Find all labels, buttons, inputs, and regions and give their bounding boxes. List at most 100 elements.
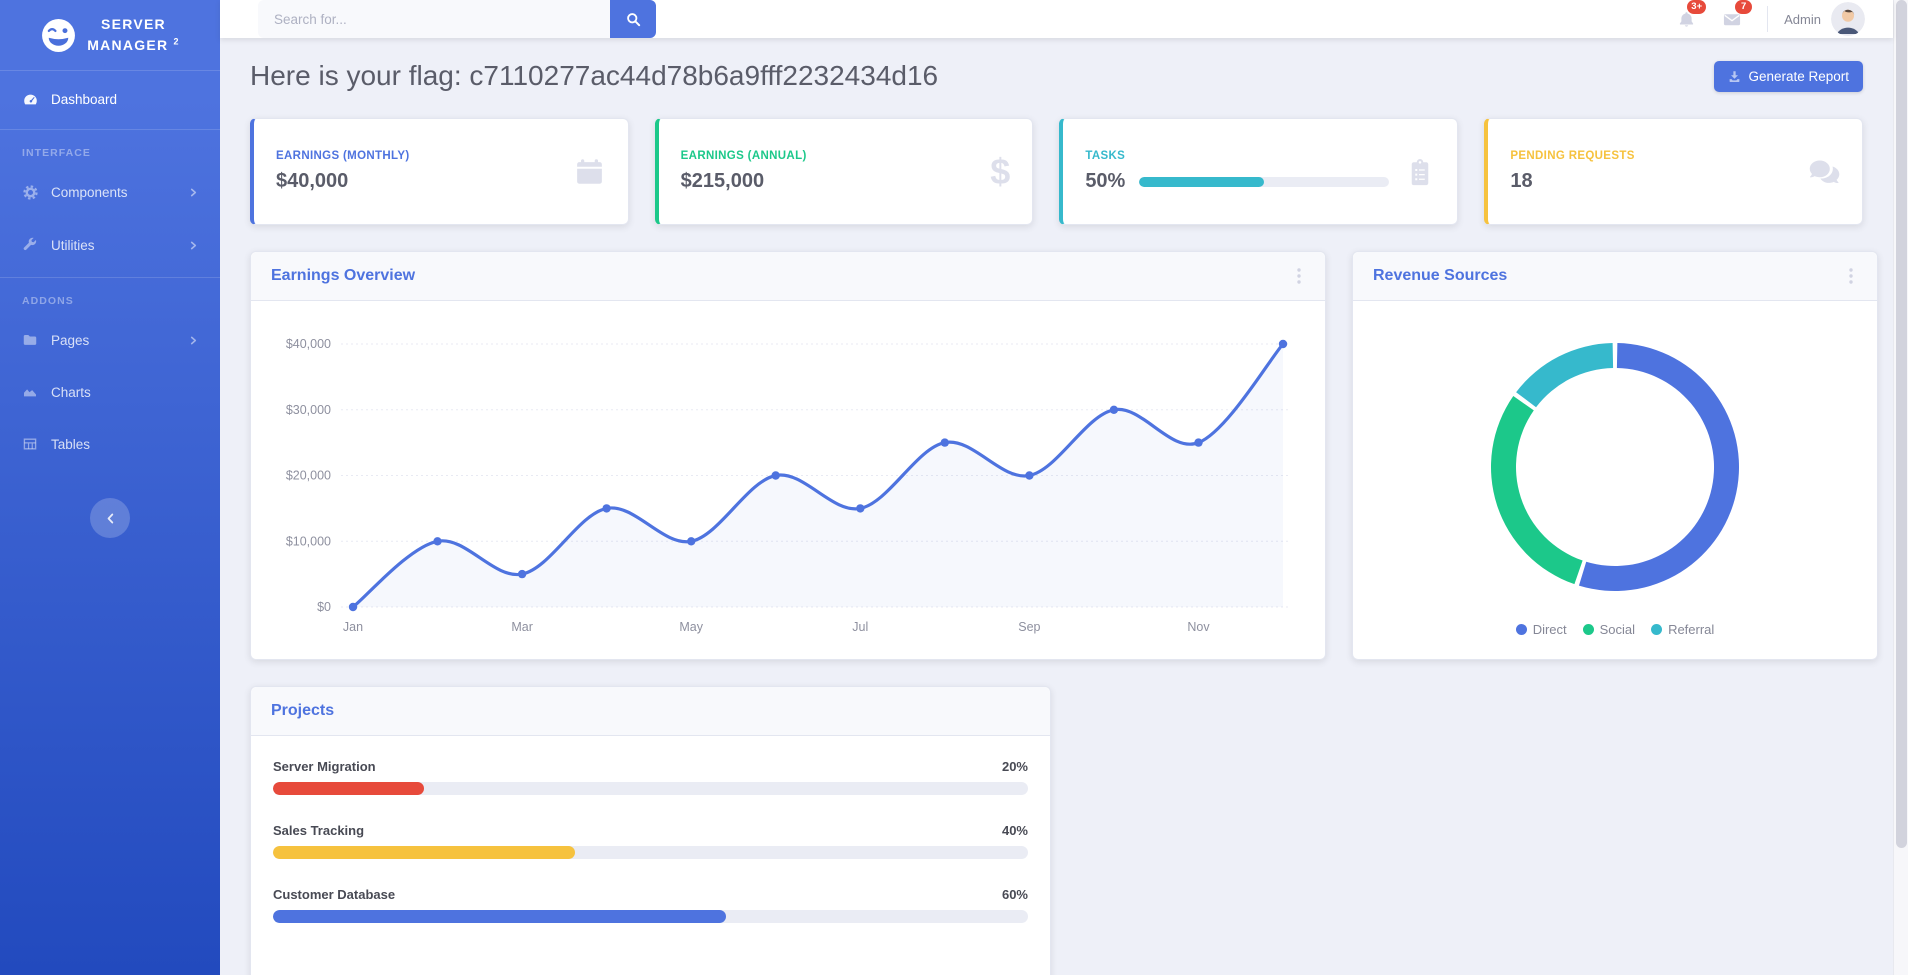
earnings-panel-body: $0 $10,000 $20,000 $30,000 $40,000 Jan Mar May J… (251, 301, 1325, 652)
sidebar-item-components[interactable]: Components (0, 166, 220, 219)
sidebar-item-pages[interactable]: Pages (0, 314, 220, 366)
page-head: Here is your flag: c7110277ac44d78b6a9ff… (250, 60, 1863, 92)
projects-panel-title: Projects (271, 702, 335, 719)
chart-area-icon (22, 384, 42, 400)
project-name: Sales Tracking (273, 823, 365, 838)
projects-panel: Projects Server Migration 20% Sales Trac… (250, 686, 1051, 975)
laugh-wink-icon (40, 17, 77, 54)
stat-card-earnings-annual: EARNINGS (ANNUAL) $215,000 $ (654, 118, 1034, 225)
sidebar-heading-addons: ADDONS (22, 295, 74, 307)
project-progress-fill (273, 910, 726, 923)
sidebar-toggle-wrap (0, 498, 220, 538)
scrollbar-thumb[interactable] (1896, 0, 1907, 848)
sidebar-collapse-button[interactable] (90, 498, 130, 538)
legend-item-social[interactable]: Social (1582, 622, 1635, 637)
brand-line1: SERVER (101, 16, 166, 32)
project-percent: 40% (1001, 823, 1028, 838)
earnings-panel-title: Earnings Overview (271, 267, 416, 284)
stat-label: EARNINGS (ANNUAL) (680, 150, 807, 162)
wrench-icon (22, 237, 42, 253)
projects-panel-body: Server Migration 20% Sales Tracking 40% (251, 736, 1050, 972)
topbar-search-form (258, 0, 656, 38)
legend-item-direct[interactable]: Direct (1515, 622, 1567, 637)
sidebar-item-charts-label: Charts (51, 384, 91, 400)
sidebar-item-utilities-label: Utilities (51, 237, 95, 253)
sidebar-item-utilities[interactable]: Utilities (0, 219, 220, 271)
sidebar-item-tables-label: Tables (51, 436, 91, 452)
avatar (1831, 2, 1865, 36)
generate-report-button[interactable]: Generate Report (1714, 60, 1863, 92)
alerts-count-badge: 3+ (1687, 0, 1707, 14)
legend-dot (1582, 624, 1594, 635)
ellipsis-menu-icon[interactable] (1845, 264, 1857, 288)
revenue-donut-chart (1490, 343, 1740, 591)
svg-text:$20,000: $20,000 (286, 469, 331, 483)
sidebar-item-dashboard[interactable]: Dashboard (0, 76, 220, 123)
stat-value: 18 (1510, 170, 1533, 192)
brand-line2: MANAGER (87, 37, 169, 53)
page-scrollbar[interactable] (1893, 0, 1908, 975)
brand-link[interactable]: SERVER MANAGER 2 (0, 0, 220, 70)
dollar-sign-icon: $ (990, 150, 1011, 192)
legend-item-referral[interactable]: Referral (1651, 622, 1714, 637)
stat-label: PENDING REQUESTS (1510, 150, 1635, 162)
project-row: Customer Database 60% (273, 886, 1028, 923)
folder-icon (22, 332, 42, 348)
revenue-panel-header: Revenue Sources (1353, 252, 1877, 301)
sidebar-item-dashboard-label: Dashboard (51, 92, 118, 107)
sidebar: SERVER MANAGER 2 Dashboard INTERFACE Com… (0, 0, 220, 975)
chevron-right-icon (189, 241, 198, 250)
sidebar-item-pages-label: Pages (51, 332, 90, 348)
project-name: Customer Database (273, 887, 396, 902)
messages-dropdown[interactable]: 7 (1709, 0, 1755, 35)
legend-dot (1515, 624, 1527, 635)
download-icon (1728, 70, 1741, 83)
clipboard-list-icon (1405, 157, 1435, 187)
earnings-line-chart: $0 $10,000 $20,000 $30,000 $40,000 Jan Mar May J… (286, 337, 1291, 634)
tasks-progress-row: 50% (1085, 170, 1390, 193)
stat-card-body: TASKS 50% (1085, 150, 1390, 193)
project-name: Server Migration (273, 759, 376, 774)
project-row-header: Server Migration 20% (273, 758, 1028, 775)
project-row: Server Migration 20% (273, 758, 1028, 795)
svg-text:Jan: Jan (343, 620, 363, 634)
svg-text:Mar: Mar (511, 620, 533, 634)
charts-row: Earnings Overview $0 $10,000 $20,000 $30,00… (250, 251, 1878, 660)
sidebar-item-tables[interactable]: Tables (0, 418, 220, 470)
main-area: 3+ 7 Admin (220, 0, 1893, 975)
ellipsis-menu-icon[interactable] (1293, 264, 1305, 288)
project-progress-fill (273, 846, 575, 859)
topbar-divider (1767, 6, 1769, 32)
stat-card-pending-requests: PENDING REQUESTS 18 (1484, 118, 1863, 225)
messages-count-badge: 7 (1735, 0, 1753, 14)
earnings-panel-header: Earnings Overview (251, 252, 1325, 301)
brand-title: SERVER MANAGER 2 (87, 14, 180, 56)
comments-icon (1807, 155, 1840, 188)
alerts-dropdown[interactable]: 3+ (1664, 0, 1709, 35)
stat-cards-row: EARNINGS (MONTHLY) $40,000 EARNINGS (ANN… (250, 118, 1863, 225)
sidebar-divider (0, 70, 220, 71)
chevron-right-icon (189, 188, 198, 197)
topbar-right: 3+ 7 Admin (1664, 0, 1865, 36)
generate-report-label: Generate Report (1748, 68, 1849, 84)
project-row-header: Sales Tracking 40% (273, 822, 1028, 839)
search-input[interactable] (258, 0, 610, 38)
revenue-panel-body: Direct Social Referral (1353, 301, 1877, 637)
search-icon (626, 12, 641, 27)
project-percent: 20% (1001, 759, 1028, 774)
tachometer-icon (22, 91, 42, 108)
revenue-sources-panel: Revenue Sources Direct Social Referral (1352, 251, 1878, 660)
stat-card-body: PENDING REQUESTS 18 (1510, 150, 1634, 193)
sidebar-item-charts[interactable]: Charts (0, 366, 220, 418)
search-button[interactable] (610, 0, 656, 38)
chevron-left-icon (106, 513, 115, 524)
stat-value: $215,000 (680, 170, 765, 192)
svg-text:$40,000: $40,000 (286, 337, 331, 351)
topbar: 3+ 7 Admin (220, 0, 1893, 38)
page-title: Here is your flag: c7110277ac44d78b6a9ff… (250, 60, 939, 91)
revenue-panel-title: Revenue Sources (1373, 267, 1508, 284)
sidebar-item-components-label: Components (51, 185, 128, 200)
user-menu[interactable]: Admin (1784, 2, 1865, 36)
legend-label: Referral (1668, 622, 1715, 637)
cog-icon (22, 184, 42, 201)
